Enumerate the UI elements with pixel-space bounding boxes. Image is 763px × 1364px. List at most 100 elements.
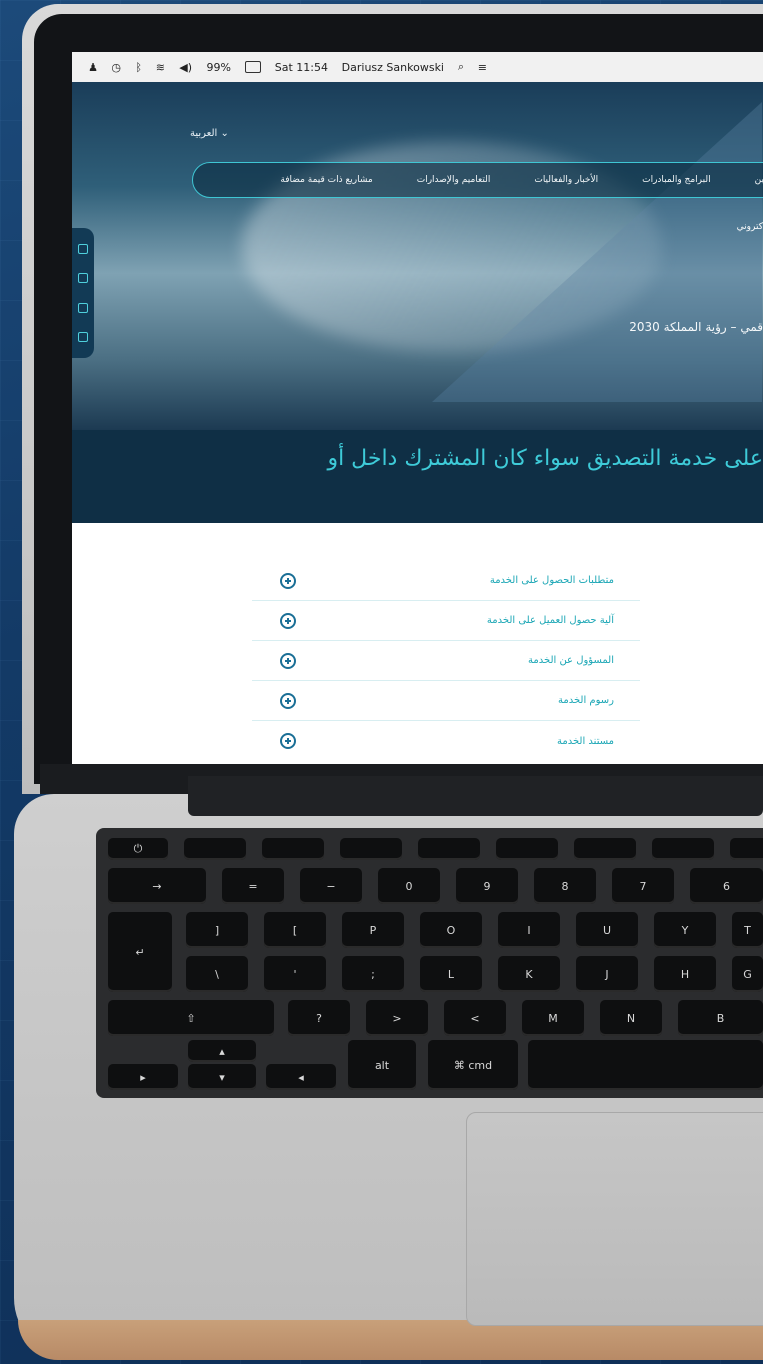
cmd-symbol: ⌘ [453, 1058, 465, 1072]
hero-caption: كتروني [736, 222, 763, 232]
expand-plus-icon[interactable] [280, 612, 296, 629]
key: < [444, 1000, 506, 1036]
nav-item-circulars[interactable]: التعاميم والإصدارات [395, 175, 513, 185]
key-f [496, 838, 558, 860]
key-f [184, 838, 246, 860]
key: 6 [690, 868, 763, 904]
key-k: K [498, 956, 560, 992]
touchpad [466, 1112, 763, 1326]
key-f [340, 838, 402, 860]
key: [ [264, 912, 326, 948]
key-o: O [420, 912, 482, 948]
menubar-user[interactable]: Dariusz Sankowski [342, 61, 444, 74]
key: − [300, 868, 362, 904]
key-f [652, 838, 714, 860]
battery-percent: 99% [206, 60, 231, 74]
chevron-down-icon: ⌄ [220, 128, 229, 139]
key-alt: alt [348, 1040, 416, 1090]
key-f [730, 838, 763, 860]
nav-item-programs[interactable]: البرامج والمبادرات [620, 175, 733, 185]
menubar-time: Sat 11:54 [274, 60, 328, 74]
clock-icon[interactable]: ◷ [112, 61, 122, 74]
calendar-icon[interactable] [78, 273, 88, 284]
page-headline: على خدمة التصديق سواء كان المشترك داخل أ… [327, 446, 763, 471]
key-n: N [600, 1000, 662, 1036]
nav-item-subscribers[interactable]: مشتركين [733, 175, 763, 185]
search-icon[interactable]: ⌕ [458, 60, 464, 74]
hero-banner: ⌄ العربية مشاريع ذات قيمة مضافة التعاميم… [72, 82, 763, 430]
nav-item-value-projects[interactable]: مشاريع ذات قيمة مضافة [258, 175, 394, 185]
key: 7 [612, 868, 674, 904]
bluetooth-icon[interactable]: ᛒ [135, 61, 142, 74]
accordion-label: متطلبات الحصول على الخدمة [489, 575, 614, 586]
key-delete: → [108, 868, 206, 904]
cmd-label: cmd [468, 1058, 493, 1072]
accordion-item-document[interactable]: مستند الخدمة [252, 721, 640, 761]
accordion-label: رسوم الخدمة [558, 695, 614, 706]
hinge-slot [188, 776, 763, 816]
key: ' [264, 956, 326, 992]
accordion-item-owner[interactable]: المسؤول عن الخدمة [252, 641, 640, 681]
document-icon[interactable] [78, 302, 88, 313]
key: ] [186, 912, 248, 948]
key-arrow-left: ◂ [266, 1064, 336, 1090]
headline-band: على خدمة التصديق سواء كان المشترك داخل أ… [72, 430, 763, 523]
wifi-icon[interactable]: ≋ [156, 61, 165, 74]
key: \ [186, 956, 248, 992]
mac-menubar: ≡ ⌕ Dariusz Sankowski Sat 11:54 99% ◀) ≋… [72, 52, 763, 82]
language-selector[interactable]: ⌄ العربية [190, 128, 229, 139]
battery-icon[interactable] [244, 61, 261, 73]
key-arrow-up: ▴ [188, 1040, 256, 1062]
service-details: متطلبات الحصول على الخدمة آلية حصول العم… [72, 523, 763, 764]
key-p: P [342, 912, 404, 948]
laptop-screen: ≡ ⌕ Dariusz Sankowski Sat 11:54 99% ◀) ≋… [72, 52, 763, 764]
key-h: H [654, 956, 716, 992]
expand-plus-icon[interactable] [280, 572, 296, 589]
side-toolbar [72, 228, 94, 358]
accessibility-icon[interactable] [78, 332, 88, 343]
key-m: M [522, 1000, 584, 1036]
main-navigation: مشاريع ذات قيمة مضافة التعاميم والإصدارا… [192, 162, 763, 198]
expand-plus-icon[interactable] [280, 692, 296, 709]
accordion-item-fees[interactable]: رسوم الخدمة [252, 681, 640, 721]
accordion: متطلبات الحصول على الخدمة آلية حصول العم… [252, 561, 640, 761]
language-label: العربية [190, 128, 218, 139]
key-b: B [678, 1000, 763, 1036]
volume-icon[interactable]: ◀) [179, 61, 192, 74]
accordion-item-requirements[interactable]: متطلبات الحصول على الخدمة [252, 561, 640, 601]
menu-list-icon[interactable]: ≡ [478, 61, 487, 74]
key: 9 [456, 868, 518, 904]
key-f [262, 838, 324, 860]
key: ; [342, 956, 404, 992]
key-g: G [732, 956, 763, 992]
hero-subtitle: قمي – رؤية المملكة 2030 [629, 320, 763, 334]
key-t: T [732, 912, 763, 948]
key: > [366, 1000, 428, 1036]
key-i: I [498, 912, 560, 948]
key-y: Y [654, 912, 716, 948]
accordion-label: مستند الخدمة [557, 735, 614, 747]
phone-icon[interactable] [78, 243, 88, 254]
key: ? [288, 1000, 350, 1036]
nav-item-news[interactable]: الأخبار والفعاليات [512, 175, 620, 185]
expand-plus-icon[interactable] [280, 733, 296, 749]
key-power: ⏻ [108, 838, 168, 860]
accordion-label: المسؤول عن الخدمة [528, 655, 614, 666]
accordion-label: آلية حصول العميل على الخدمة [486, 615, 614, 626]
key-j: J [576, 956, 638, 992]
key-enter: ↵ [108, 912, 172, 992]
key: 8 [534, 868, 596, 904]
key: 0 [378, 868, 440, 904]
key-u: U [576, 912, 638, 948]
accordion-item-process[interactable]: آلية حصول العميل على الخدمة [252, 601, 640, 641]
key-arrow-down: ▾ [188, 1064, 256, 1090]
keyboard: ⏻ → = − 0 9 8 7 6 ↵ ] [ P O I U Y T \ ' … [96, 828, 763, 1098]
key-l: L [420, 956, 482, 992]
notification-icon[interactable]: ♟ [88, 61, 98, 74]
laptop-base-edge [18, 1320, 763, 1360]
key: = [222, 868, 284, 904]
key-shift: ⇧ [108, 1000, 274, 1036]
key-space [528, 1040, 763, 1090]
key-f [574, 838, 636, 860]
expand-plus-icon[interactable] [280, 652, 296, 669]
